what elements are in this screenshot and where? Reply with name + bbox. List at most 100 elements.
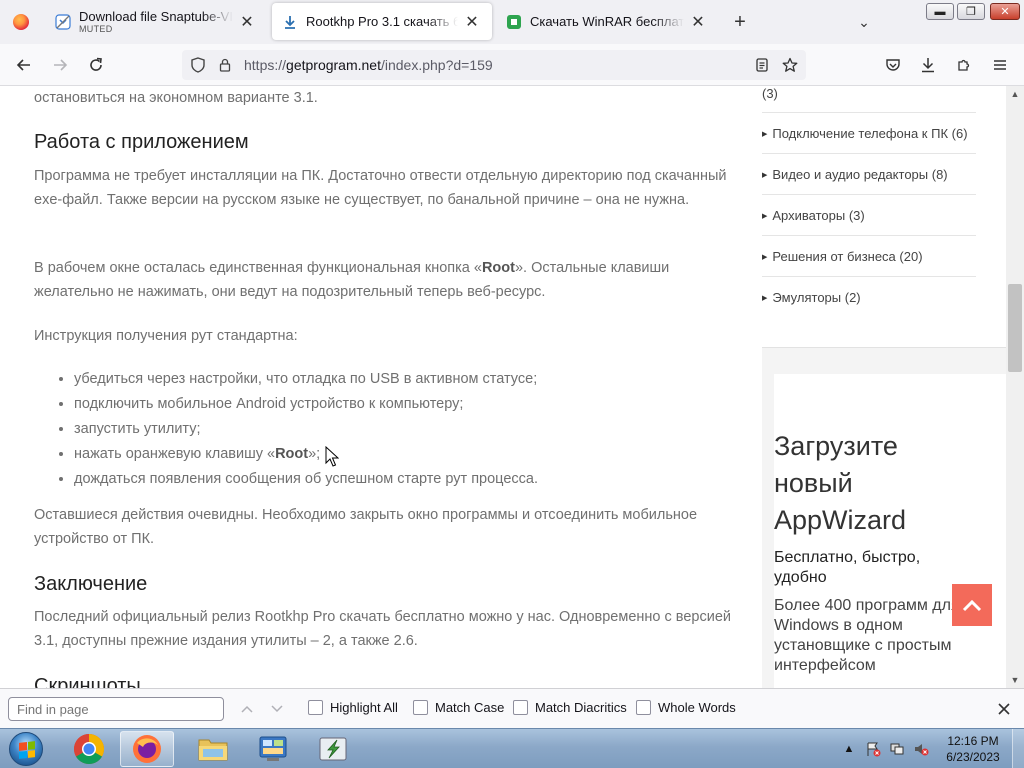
system-tray: ▲ xyxy=(840,729,936,768)
back-button[interactable] xyxy=(10,52,38,78)
scroll-down-arrow-icon[interactable]: ▼ xyxy=(1006,672,1024,688)
chevron-up-icon xyxy=(241,705,253,713)
taskbar-chrome[interactable] xyxy=(62,731,116,767)
taskbar-firefox[interactable] xyxy=(120,731,174,767)
lock-icon[interactable] xyxy=(218,58,232,72)
tab-winrar[interactable]: Скачать WinRAR бесплатно - с ✕ xyxy=(496,3,718,40)
category-label: Архиваторы (3) xyxy=(772,208,865,223)
ad-title: Загрузите новый AppWizard xyxy=(774,431,907,535)
show-desktop-button[interactable] xyxy=(1012,729,1024,768)
checkbox[interactable] xyxy=(636,700,651,715)
checkbox[interactable] xyxy=(513,700,528,715)
tab-title: Скачать WinRAR бесплатно - с xyxy=(530,14,684,29)
ad-banner[interactable]: Загрузите новый AppWizard Бесплатно, быс… xyxy=(762,347,1006,688)
new-tab-button[interactable]: + xyxy=(728,10,752,34)
maximize-button[interactable]: ❐ xyxy=(957,3,985,20)
paragraph-conclusion: Последний официальный релиз Rootkhp Pro … xyxy=(34,609,731,649)
category-link-business[interactable]: ▶ Решения от бизнеса (20) xyxy=(762,249,923,264)
snaptube-favicon xyxy=(55,13,71,30)
tab-snaptube[interactable]: Download file Snaptube-VIP-v5 MUTED ✕ xyxy=(45,3,267,40)
tab-muted-label: MUTED xyxy=(79,24,113,34)
checkbox[interactable] xyxy=(413,700,428,715)
show-hidden-icons-button[interactable]: ▲ xyxy=(840,740,858,758)
bookmark-star-button[interactable] xyxy=(780,55,800,75)
tab-close-icon[interactable]: ✕ xyxy=(462,12,482,32)
option-label: Whole Words xyxy=(658,700,736,715)
divider xyxy=(762,153,976,154)
mouse-cursor-icon xyxy=(325,446,339,467)
tab-rootkhp[interactable]: Rootkhp Pro 3.1 скачать бесплатно ✕ xyxy=(272,3,492,40)
match-diacritics-option[interactable]: Match Diacritics xyxy=(513,700,627,715)
tab-strip: Download file Snaptube-VIP-v5 MUTED ✕ Ro… xyxy=(0,0,1024,44)
firefox-icon xyxy=(13,14,29,30)
tracking-protection-shield-icon[interactable] xyxy=(190,57,206,73)
category-label: Подключение телефона к ПК (6) xyxy=(772,126,968,141)
find-bar-close-button[interactable] xyxy=(992,697,1016,721)
firefox-icon xyxy=(133,735,161,763)
divider xyxy=(762,276,976,277)
category-link-phone[interactable]: ▶ Подключение телефона к ПК (6) xyxy=(762,126,968,141)
highlight-all-option[interactable]: Highlight All xyxy=(308,700,398,715)
downloads-button[interactable] xyxy=(917,54,939,76)
heading-screenshots: Скриншоты xyxy=(34,675,141,688)
reader-view-button[interactable] xyxy=(752,55,772,75)
back-arrow-icon xyxy=(16,59,30,71)
chevron-down-icon xyxy=(271,705,283,713)
close-window-button[interactable]: ✕ xyxy=(990,3,1020,20)
chrome-icon xyxy=(73,734,105,765)
firefox-view-button[interactable] xyxy=(0,0,42,44)
download-favicon xyxy=(282,14,298,30)
bullet-arrow-icon: ▶ xyxy=(762,171,768,179)
ad-subtitle: Бесплатно, быстро, удобно xyxy=(774,549,921,586)
category-link-emulators[interactable]: ▶ Эмуляторы (2) xyxy=(762,290,861,305)
list-item: дождаться появления сообщения об успешно… xyxy=(74,467,538,492)
pocket-button[interactable] xyxy=(882,54,904,76)
text: В рабочем окне осталась единственная фун… xyxy=(34,260,482,276)
windows-logo-icon xyxy=(9,732,43,766)
scroll-up-arrow-icon[interactable]: ▲ xyxy=(1006,86,1024,102)
url-text[interactable]: https://getprogram.net/index.php?d=159 xyxy=(244,57,752,73)
steps-list: убедиться через настройки, что отладка п… xyxy=(74,367,538,492)
scroll-to-top-button[interactable] xyxy=(952,584,992,626)
network-icon[interactable] xyxy=(888,740,906,758)
tab-title: Download file Snaptube-VIP-v5 xyxy=(79,9,233,24)
tab-close-icon[interactable]: ✕ xyxy=(237,12,257,32)
divider xyxy=(762,194,976,195)
category-link-video[interactable]: ▶ Видео и аудио редакторы (8) xyxy=(762,167,948,182)
page-scrollbar[interactable]: ▲ ▼ xyxy=(1006,86,1024,688)
paragraph-work: Программа не требует инсталляции на ПК. … xyxy=(34,168,727,208)
category-link-archivers[interactable]: ▶ Архиваторы (3) xyxy=(762,208,865,223)
forward-arrow-icon xyxy=(54,59,68,71)
navigation-toolbar: https://getprogram.net/index.php?d=159 xyxy=(0,44,1024,86)
find-in-page-input[interactable] xyxy=(8,697,224,721)
taskbar-control-panel[interactable] xyxy=(246,731,300,767)
taskbar-app[interactable] xyxy=(306,731,360,767)
extensions-button[interactable] xyxy=(953,54,975,76)
tab-close-icon[interactable]: ✕ xyxy=(688,12,708,32)
list-all-tabs-button[interactable]: ⌄ xyxy=(852,10,876,34)
taskbar-clock[interactable]: 12:16 PM 6/23/2023 xyxy=(938,733,1008,765)
taskbar-explorer[interactable] xyxy=(186,731,240,767)
clock-date: 6/23/2023 xyxy=(946,750,1000,764)
scrollbar-thumb[interactable] xyxy=(1008,284,1022,372)
bullet-arrow-icon: ▶ xyxy=(762,212,768,220)
volume-icon[interactable] xyxy=(912,740,930,758)
address-bar[interactable]: https://getprogram.net/index.php?d=159 xyxy=(182,50,806,80)
list-item: нажать оранжевую клавишу «Root»; xyxy=(74,442,538,467)
find-next-button[interactable] xyxy=(266,699,288,719)
whole-words-option[interactable]: Whole Words xyxy=(636,700,736,715)
folder-icon xyxy=(198,739,228,761)
action-center-flag-icon[interactable] xyxy=(864,740,882,758)
bullet-arrow-icon: ▶ xyxy=(762,130,768,138)
reload-button[interactable] xyxy=(82,52,110,78)
minimize-button[interactable]: ▬ xyxy=(926,3,954,20)
start-button[interactable] xyxy=(2,729,50,768)
heading-conclusion: Заключение xyxy=(34,573,148,595)
puzzle-icon xyxy=(958,59,970,71)
chevron-up-icon xyxy=(962,599,982,612)
forward-button[interactable] xyxy=(46,52,74,78)
match-case-option[interactable]: Match Case xyxy=(413,700,504,715)
find-previous-button[interactable] xyxy=(236,699,258,719)
app-menu-button[interactable] xyxy=(989,54,1011,76)
checkbox[interactable] xyxy=(308,700,323,715)
